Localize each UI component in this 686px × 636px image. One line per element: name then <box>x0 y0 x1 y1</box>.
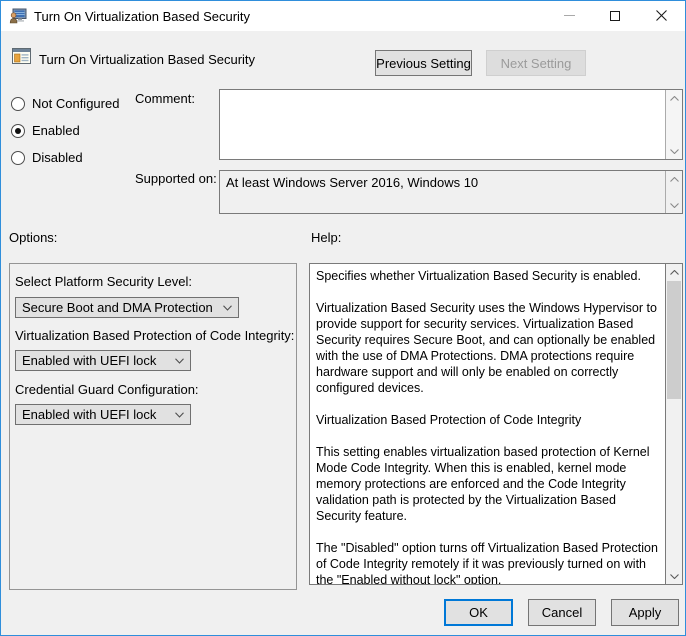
options-label: Options: <box>9 230 57 245</box>
supported-on-label: Supported on: <box>135 171 217 186</box>
radio-label: Disabled <box>32 150 83 165</box>
minimize-button[interactable] <box>546 1 592 30</box>
comment-label: Comment: <box>135 91 195 106</box>
dropdown-value: Enabled with UEFI lock <box>22 407 156 422</box>
chevron-down-icon <box>670 203 679 208</box>
scroll-up-button[interactable] <box>666 264 682 280</box>
apply-button[interactable]: Apply <box>611 599 679 626</box>
radio-enabled[interactable]: Enabled <box>11 123 80 138</box>
chevron-down-icon <box>670 149 679 154</box>
scroll-up-button[interactable] <box>666 171 682 187</box>
group-policy-setting-dialog: Turn On Virtualization Based Security Tu… <box>0 0 686 636</box>
chevron-down-icon <box>670 574 679 579</box>
help-paragraph: Virtualization Based Protection of Code … <box>316 412 658 428</box>
supported-on-box: At least Windows Server 2016, Windows 10 <box>219 170 683 214</box>
titlebar[interactable]: Turn On Virtualization Based Security <box>1 1 685 31</box>
comment-scrollbar[interactable] <box>665 90 682 159</box>
previous-setting-button[interactable]: Previous Setting <box>375 50 472 76</box>
ok-button[interactable]: OK <box>444 599 513 626</box>
help-paragraph: Specifies whether Virtualization Based S… <box>316 268 658 284</box>
scroll-down-button[interactable] <box>666 568 682 584</box>
chevron-up-icon <box>670 270 679 275</box>
radio-unchecked-icon <box>11 97 25 111</box>
help-paragraph: Virtualization Based Security uses the W… <box>316 300 658 396</box>
radio-dot <box>15 128 21 134</box>
platform-security-level-dropdown[interactable]: Secure Boot and DMA Protection <box>15 297 239 318</box>
maximize-icon <box>610 11 620 21</box>
setting-title: Turn On Virtualization Based Security <box>39 52 255 67</box>
cancel-button[interactable]: Cancel <box>528 599 596 626</box>
close-icon <box>656 10 667 21</box>
dropdown-value: Secure Boot and DMA Protection <box>22 300 213 315</box>
radio-checked-icon <box>11 124 25 138</box>
help-paragraph: This setting enables virtualization base… <box>316 444 658 524</box>
options-panel: Select Platform Security Level: Secure B… <box>9 263 297 590</box>
scroll-down-button[interactable] <box>666 143 682 159</box>
dropdown-value: Enabled with UEFI lock <box>22 353 156 368</box>
help-scrollbar[interactable] <box>665 264 682 584</box>
maximize-button[interactable] <box>592 1 638 30</box>
user-computer-app-icon <box>9 7 27 25</box>
window-title: Turn On Virtualization Based Security <box>34 9 250 24</box>
platform-security-level-label: Select Platform Security Level: <box>15 274 192 289</box>
scroll-up-button[interactable] <box>666 90 682 106</box>
credential-guard-configuration-dropdown[interactable]: Enabled with UEFI lock <box>15 404 191 425</box>
comment-input[interactable] <box>219 89 683 160</box>
caption-buttons <box>546 1 684 30</box>
close-button[interactable] <box>638 1 684 30</box>
code-integrity-protection-label: Virtualization Based Protection of Code … <box>15 328 294 343</box>
scrollbar-thumb[interactable] <box>667 281 681 399</box>
chevron-down-icon <box>175 358 184 364</box>
radio-not-configured[interactable]: Not Configured <box>11 96 119 111</box>
scroll-down-button[interactable] <box>666 197 682 213</box>
help-box: Specifies whether Virtualization Based S… <box>309 263 683 585</box>
chevron-down-icon <box>223 305 232 311</box>
help-label: Help: <box>311 230 341 245</box>
credential-guard-configuration-label: Credential Guard Configuration: <box>15 382 199 397</box>
radio-label: Not Configured <box>32 96 119 111</box>
chevron-up-icon <box>670 96 679 101</box>
help-paragraph: The "Disabled" option turns off Virtuali… <box>316 540 658 584</box>
code-integrity-protection-dropdown[interactable]: Enabled with UEFI lock <box>15 350 191 371</box>
radio-label: Enabled <box>32 123 80 138</box>
next-setting-button[interactable]: Next Setting <box>486 50 586 76</box>
supported-on-scrollbar[interactable] <box>665 171 682 213</box>
policy-setting-icon <box>11 46 32 67</box>
help-text: Specifies whether Virtualization Based S… <box>310 264 665 584</box>
chevron-up-icon <box>670 177 679 182</box>
supported-on-value: At least Windows Server 2016, Windows 10 <box>226 175 660 190</box>
chevron-down-icon <box>175 412 184 418</box>
radio-unchecked-icon <box>11 151 25 165</box>
minimize-icon <box>564 15 575 16</box>
radio-disabled[interactable]: Disabled <box>11 150 83 165</box>
